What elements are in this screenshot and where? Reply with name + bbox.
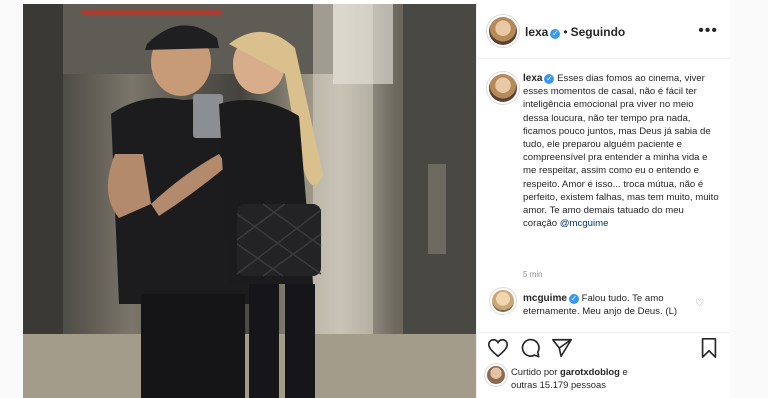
post-details-pane: lexa ✓ • Seguindo ••• lexa ✓ Esses dias fomo… [476, 4, 730, 398]
comment-icon[interactable] [519, 337, 541, 364]
author-avatar[interactable] [489, 17, 517, 45]
elevator-selfie-image [23, 4, 476, 398]
action-bar [477, 332, 730, 363]
likes-prefix: Curtido por [511, 366, 560, 377]
follow-status-button[interactable]: Seguindo [571, 25, 626, 39]
caption-username[interactable]: lexa [523, 73, 542, 84]
caption-mention-link[interactable]: @mcguime [560, 218, 609, 229]
commenter-verified-badge-icon: ✓ [568, 294, 579, 304]
likes-summary: Curtido por garotxdoblog e outras 15.179… [477, 362, 730, 398]
caption-verified-badge-icon: ✓ [544, 74, 555, 84]
header-user-line: lexa ✓ • Seguindo [525, 23, 625, 41]
caption-body: Esses dias fomos ao cinema, viver esses … [523, 73, 719, 230]
likes-count[interactable]: 15.179 [540, 379, 569, 390]
liker-username[interactable]: garotxdoblog [560, 366, 620, 377]
post-header: lexa ✓ • Seguindo ••• [477, 4, 730, 59]
post-photo[interactable] [23, 4, 476, 398]
commenter-avatar[interactable] [492, 290, 514, 312]
author-username[interactable]: lexa [525, 25, 548, 39]
page-background-left [0, 0, 22, 398]
verified-badge-icon: ✓ [550, 29, 561, 39]
commenter-username[interactable]: mcguime [523, 293, 567, 304]
separator-dot: • [563, 25, 568, 39]
caption-text: lexa ✓ Esses dias fomos ao cinema, viver … [523, 72, 719, 230]
likes-line2-prefix: outras [511, 378, 540, 390]
heart-icon[interactable] [487, 337, 509, 364]
comment-like-heart-icon[interactable]: ♡ [695, 298, 704, 309]
liker-avatar[interactable] [487, 366, 505, 384]
likes-middle: e [619, 366, 628, 377]
more-options-icon[interactable]: ••• [698, 22, 718, 40]
bookmark-icon[interactable] [699, 337, 719, 364]
share-icon[interactable] [551, 337, 573, 364]
comment-text: mcguime ✓ Falou tudo. Te amo eternamente.… [523, 292, 693, 318]
caption-avatar[interactable] [489, 74, 517, 102]
likes-text: Curtido por garotxdoblog e outras 15.179… [511, 366, 628, 391]
likes-line2-suffix: pessoas [568, 378, 606, 390]
instagram-post-modal: lexa ✓ • Seguindo ••• lexa ✓ Esses dias fomo… [0, 0, 768, 398]
page-background-right [730, 0, 768, 398]
caption-timestamp: 5 min [523, 270, 543, 279]
